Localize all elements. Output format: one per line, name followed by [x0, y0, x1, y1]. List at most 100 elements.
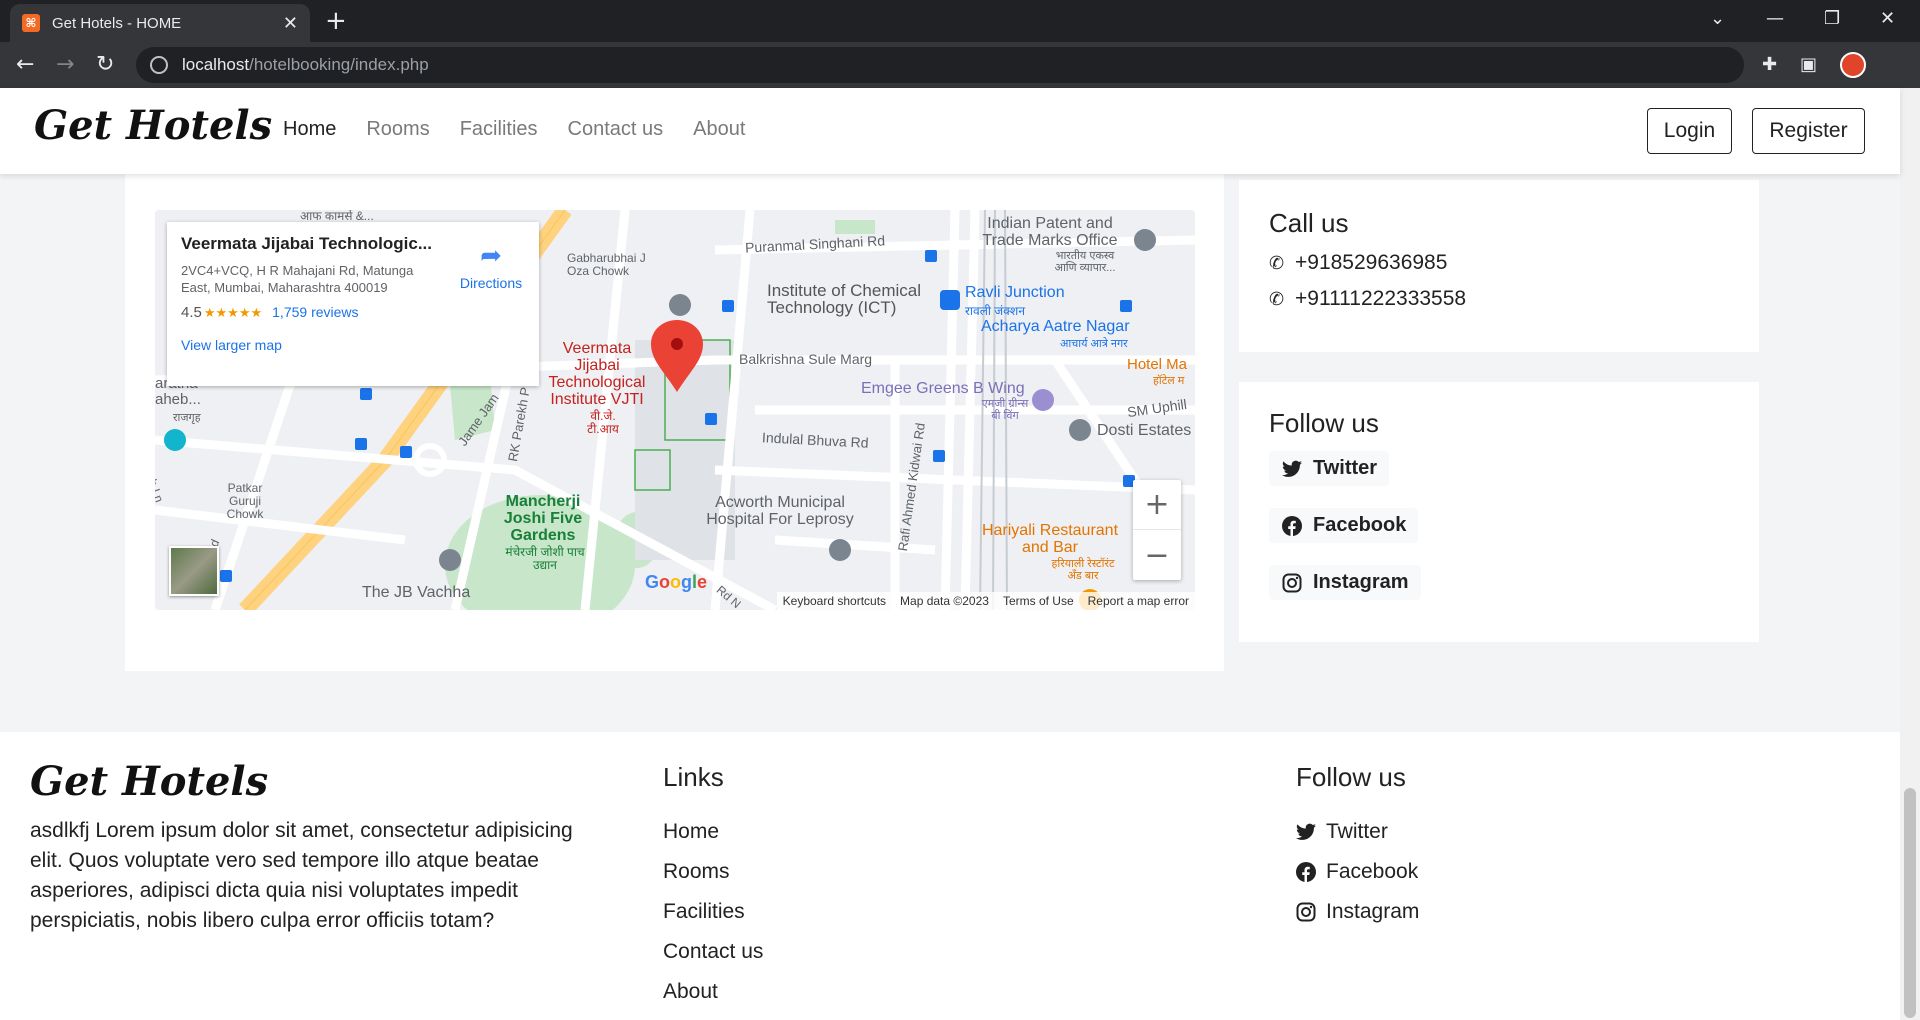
brand-logo[interactable]: Get Hotels — [34, 102, 272, 149]
footer-link-rooms[interactable]: Rooms — [663, 852, 763, 892]
phone-link[interactable]: ✆ +918529636985 — [1269, 251, 1729, 275]
profile-avatar[interactable] — [1840, 52, 1866, 78]
rating-value: 4.5 — [181, 304, 202, 321]
site-footer: Get Hotels asdlkfj Lorem ipsum dolor sit… — [0, 732, 1900, 1020]
address-bar[interactable]: localhost/hotelbooking/index.php — [136, 47, 1744, 83]
map-label: Ravli Junction — [965, 284, 1065, 301]
phone-icon: ✆ — [1269, 252, 1285, 273]
footer-facebook-link[interactable]: Facebook — [1296, 852, 1419, 892]
footer-instagram-label: Instagram — [1326, 900, 1420, 923]
follow-us-heading: Follow us — [1269, 408, 1379, 438]
footer-instagram-link[interactable]: Instagram — [1296, 892, 1419, 932]
tab-search-icon[interactable]: ⌄ — [1710, 8, 1725, 29]
site-info-icon[interactable] — [150, 56, 168, 74]
forward-icon[interactable]: → — [56, 52, 74, 77]
keyboard-shortcuts-link[interactable]: Keyboard shortcuts — [783, 594, 886, 608]
tab-close-icon[interactable]: ✕ — [283, 13, 298, 34]
restore-icon[interactable]: ❐ — [1824, 8, 1840, 29]
twitter-icon — [1281, 458, 1303, 480]
map-label: Hotel Ma — [1127, 356, 1188, 373]
map-label: Acworth Municipal Hospital For Leprosy — [706, 494, 854, 528]
footer-description: asdlkfj Lorem ipsum dolor sit amet, cons… — [30, 819, 573, 932]
footer-twitter-label: Twitter — [1326, 820, 1388, 843]
instagram-link[interactable]: Instagram — [1269, 565, 1421, 600]
google-logo: Google — [645, 572, 708, 592]
instagram-icon — [1296, 902, 1326, 922]
map-label: Emgee Greens B Wing — [861, 380, 1025, 397]
facebook-label: Facebook — [1313, 514, 1407, 536]
page-scrollbar[interactable] — [1900, 88, 1920, 1020]
browser-tab[interactable]: ⌘ Get Hotels - HOME ✕ — [10, 4, 310, 42]
map-label: मंचेरजी जोशी पाच उद्यान — [505, 545, 585, 572]
map-label: एमजी ग्रीन्स बी विंग — [981, 398, 1029, 422]
phone-number: +918529636985 — [1295, 251, 1448, 274]
scrollbar-thumb[interactable] — [1904, 788, 1916, 1018]
side-panel-icon[interactable]: ▣ — [1800, 54, 1817, 75]
extensions-icon[interactable]: ✚ — [1762, 54, 1777, 75]
footer-facebook-label: Facebook — [1326, 860, 1419, 883]
map-label: Veermata Jijabai Technological Institute… — [548, 340, 646, 408]
map-label: रावली जंक्शन — [965, 304, 1025, 318]
map-label: Gabharubhai J Oza Chowk — [567, 251, 646, 278]
twitter-link[interactable]: Twitter — [1269, 451, 1390, 486]
map-label: The JB Vachha — [362, 584, 471, 601]
map-label: हॉटेल म — [1153, 375, 1185, 387]
nav-link-home[interactable]: Home — [283, 118, 336, 141]
login-button[interactable]: Login — [1647, 108, 1732, 154]
twitter-label: Twitter — [1313, 457, 1378, 479]
browser-toolbar: ← → ↻ localhost/hotelbooking/index.php ✚… — [0, 42, 1920, 88]
reload-icon[interactable]: ↻ — [96, 52, 114, 77]
footer-link-facilities[interactable]: Facilities — [663, 892, 763, 932]
browser-tab-strip: ⌘ Get Hotels - HOME ✕ + ⌄ — ❐ ✕ — [0, 0, 1920, 42]
footer-follow-heading: Follow us — [1296, 762, 1406, 792]
reviews-link[interactable]: 1,759 reviews — [272, 304, 358, 320]
zoom-in-button[interactable]: + — [1133, 480, 1181, 530]
call-us-heading: Call us — [1269, 208, 1349, 238]
nav-links: Home Rooms Facilities Contact us About — [283, 118, 745, 141]
xampp-favicon-icon: ⌘ — [22, 14, 40, 32]
zoom-out-button[interactable]: − — [1133, 530, 1181, 580]
footer-social-list: Twitter Facebook Instagram — [1296, 812, 1419, 932]
facebook-link[interactable]: Facebook — [1269, 508, 1419, 543]
map-label: आचार्य आत्रे नगर — [1060, 338, 1128, 350]
terms-of-use-link[interactable]: Terms of Use — [1003, 594, 1074, 608]
view-larger-map-link[interactable]: View larger map — [181, 337, 525, 353]
nav-link-rooms[interactable]: Rooms — [366, 118, 429, 141]
rating-stars-icon: ★★★★★ — [203, 305, 263, 320]
minimize-icon[interactable]: — — [1766, 8, 1784, 29]
footer-twitter-link[interactable]: Twitter — [1296, 812, 1419, 852]
register-button[interactable]: Register — [1752, 108, 1865, 154]
map-label: हरियाली रेस्टॉरंट अँड बार — [1051, 558, 1115, 582]
footer-link-about[interactable]: About — [663, 972, 763, 1012]
map-attribution: Keyboard shortcuts Map data ©2023 Terms … — [776, 592, 1195, 610]
instagram-label: Instagram — [1313, 571, 1409, 593]
map-label: वी.जे. टी.आय — [587, 409, 619, 436]
embedded-google-map[interactable]: आफ कामर्स &... Gabharubhai J Oza Chowk P… — [155, 210, 1195, 610]
map-label: Indian Patent and Trade Marks Office — [982, 215, 1118, 249]
url-path: /hotelbooking/index.php — [249, 55, 429, 74]
map-data-text: Map data ©2023 — [900, 594, 989, 608]
directions-button[interactable]: ➦ Directions — [451, 240, 531, 291]
close-window-icon[interactable]: ✕ — [1880, 8, 1895, 29]
report-map-error-link[interactable]: Report a map error — [1088, 594, 1189, 608]
footer-link-home[interactable]: Home — [663, 812, 763, 852]
url-host: localhost — [182, 55, 250, 74]
place-address: 2VC4+VCQ, H R Mahajani Rd, Matunga East,… — [181, 263, 414, 295]
footer-link-contact[interactable]: Contact us — [663, 932, 763, 972]
nav-link-facilities[interactable]: Facilities — [460, 118, 538, 141]
map-label: Dosti Estates — [1097, 422, 1192, 439]
instagram-icon — [1281, 572, 1303, 594]
nav-link-about[interactable]: About — [693, 118, 745, 141]
map-label: Patkar Guruji Chowk — [226, 481, 264, 521]
map-label: Mancherji Joshi Five Gardens — [503, 493, 583, 544]
map-card: आफ कामर्स &... Gabharubhai J Oza Chowk P… — [125, 174, 1224, 671]
new-tab-icon[interactable]: + — [325, 8, 347, 34]
nav-link-contact[interactable]: Contact us — [568, 118, 664, 141]
back-icon[interactable]: ← — [16, 52, 34, 77]
satellite-toggle[interactable] — [169, 546, 219, 596]
phone-number: +91111222333558 — [1295, 287, 1467, 310]
map-label: Hariyali Restaurant and Bar — [981, 522, 1119, 556]
phone-link[interactable]: ✆ +91111222333558 — [1269, 287, 1729, 311]
facebook-icon — [1296, 862, 1326, 882]
footer-links-heading: Links — [663, 762, 724, 792]
